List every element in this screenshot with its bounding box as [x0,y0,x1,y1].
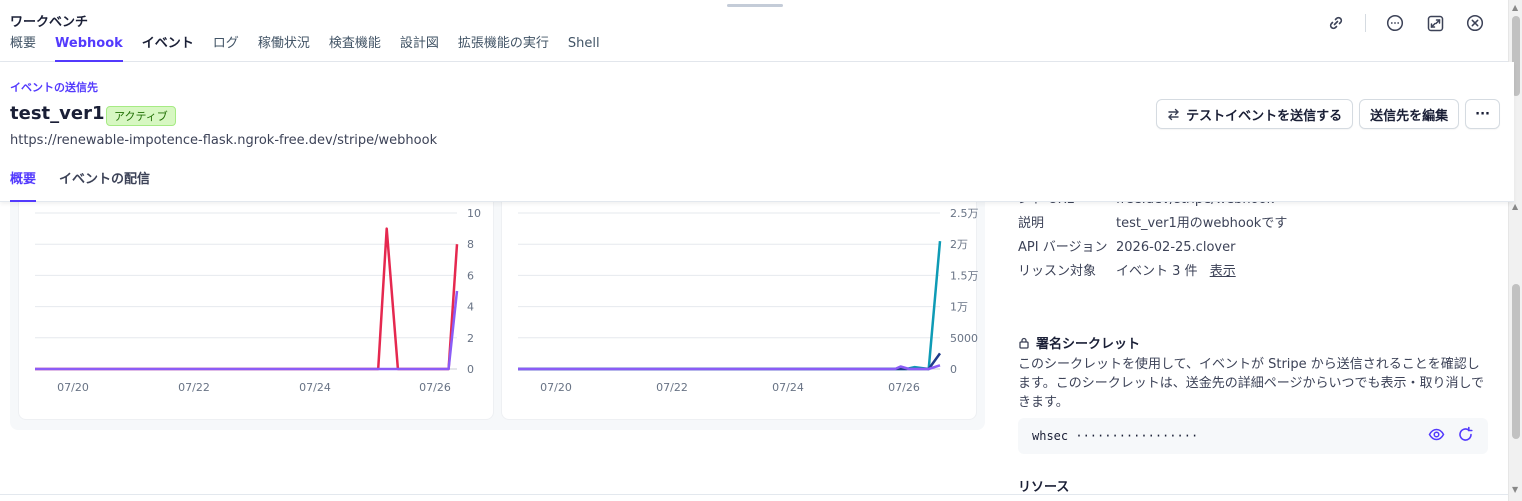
x-tick-label: 07/24 [772,381,804,394]
roll-secret-refresh-icon[interactable] [1457,426,1474,447]
detail-row-api-version: API バージョン 2026-02-25.clover [1018,238,1490,258]
detail-label: API バージョン [1018,240,1108,255]
x-tick-label: 07/26 [419,381,451,394]
detail-value: free.dev/stripe/webhook [1116,202,1490,210]
y-tick-label: 0 [950,363,957,376]
series-line [518,352,942,371]
status-badge: アクティブ [106,106,176,126]
scroll-up-arrow[interactable]: ▲ [1512,3,1518,12]
divider [1365,14,1366,32]
lock-icon [1019,337,1029,349]
reveal-secret-eye-icon[interactable] [1428,426,1445,447]
scroll-up-arrow[interactable]: ▲ [1512,202,1518,211]
swap-icon [1168,108,1180,120]
detail-label: リッスン対象 [1018,264,1097,279]
tab-webhook[interactable]: Webhook [55,34,123,62]
drag-handle[interactable] [727,4,783,7]
scroll-thumb[interactable] [1512,284,1520,439]
series-line [518,364,941,371]
send-test-event-button[interactable]: テストイベントを送信する [1156,99,1354,129]
signing-secret-title: 署名シークレット [1036,337,1141,352]
window-controls [1325,12,1486,34]
close-icon[interactable] [1464,12,1486,34]
send-test-event-label: テストイベントを送信する [1186,108,1343,124]
x-tick-label: 07/20 [540,381,572,394]
x-tick-label: 07/26 [888,381,920,394]
scroll-down-arrow[interactable]: ▼ [1512,485,1518,494]
edit-destination-button[interactable]: 送信先を編集 [1359,99,1460,129]
edit-destination-label: 送信先を編集 [1370,108,1449,124]
detail-label: ント URL [1018,202,1116,210]
endpoint-url: https://renewable-impotence-flask.ngrok-… [10,133,438,148]
tab-logs[interactable]: ログ [213,34,239,62]
header-actions: テストイベントを送信する 送信先を編集 ··· [1156,99,1500,129]
endpoint-name: test_ver1 [10,103,105,124]
y-tick-label: 2万 [950,238,968,251]
chart-1: 0 2 4 6 8 10 07/20 07/22 07/24 07/26 [35,207,481,394]
series-line [518,240,942,371]
signing-secret-field: whsec ················· [1018,418,1488,454]
more-options-icon[interactable] [1384,12,1406,34]
tab-health[interactable]: 稼働状況 [258,34,310,62]
chart-card-1: 0 2 4 6 8 10 07/20 07/22 07/24 07/26 [18,202,494,420]
more-actions-button[interactable]: ··· [1465,99,1500,129]
section-kicker: イベントの送信先 [10,81,98,94]
detail-value: 2026-02-25.clover [1116,240,1236,255]
tab-events[interactable]: イベント [142,34,194,62]
main-nav: 概要 Webhook イベント ログ 稼働状況 検査機能 設計図 拡張機能の実行… [10,34,619,62]
detail-row-url: ント URL free.dev/stripe/webhook [1018,202,1490,210]
detail-value: test_ver1用のwebhookです [1116,216,1288,231]
y-tick-label: 0 [467,363,474,376]
y-tick-label: 2 [467,332,474,345]
divider [0,494,1508,495]
x-tick-label: 07/20 [57,381,89,394]
chart-card-2: 0 5000 1万 1.5万 2万 2.5万 07/20 07/22 07/24 07/26 [501,202,979,420]
detail-row-listening: リッスン対象 イベント 3 件 表示 [1018,262,1490,282]
subtab-event-deliveries[interactable]: イベントの配信 [59,168,150,202]
charts-panel: 0 2 4 6 8 10 07/20 07/22 07/24 07/26 0 5000 1万 1.5万 2… [10,202,985,430]
link-icon[interactable] [1325,12,1347,34]
tab-overview[interactable]: 概要 [10,34,36,62]
x-tick-label: 07/24 [299,381,331,394]
main-content: 0 2 4 6 8 10 07/20 07/22 07/24 07/26 0 5000 1万 1.5万 2… [0,202,1514,501]
y-tick-label: 1万 [950,301,968,314]
tab-inspector[interactable]: 検査機能 [329,34,381,62]
y-tick-label: 10 [467,207,481,220]
x-tick-label: 07/22 [656,381,688,394]
y-tick-label: 5000 [950,332,978,345]
endpoint-header: イベントの送信先 test_ver1 アクティブ https://renewab… [0,62,1514,202]
y-tick-label: 4 [467,301,474,314]
detail-row-description: 説明 test_ver1用のwebhookです [1018,214,1490,234]
subtab-overview[interactable]: 概要 [10,168,37,202]
signing-secret-value: whsec ················· [1032,429,1199,443]
app-title: ワークベンチ [10,15,89,30]
series-line [35,227,459,371]
tab-extension-runs[interactable]: 拡張機能の実行 [458,34,549,62]
tab-blueprint[interactable]: 設計図 [400,34,439,62]
signing-secret-heading: 署名シークレット [1018,333,1140,352]
tab-shell[interactable]: Shell [568,34,600,62]
y-tick-label: 8 [467,238,474,251]
y-tick-label: 6 [467,269,474,282]
resources-heading: リソース [1018,480,1070,495]
signing-secret-description: このシークレットを使用して、イベントが Stripe から送信されることを確認し… [1018,357,1485,410]
details-list: ント URL free.dev/stripe/webhook 説明 test_v… [1018,202,1490,286]
detail-label: 説明 [1018,216,1045,231]
y-tick-label: 1.5万 [950,269,978,282]
chart-2: 0 5000 1万 1.5万 2万 2.5万 07/20 07/22 07/24 07/26 [518,207,979,394]
workbench-topbar: ワークベンチ 概要 Webhook イベント ログ 稼働状況 検査機能 設計図 … [0,0,1514,62]
sub-tabs: 概要 イベントの配信 [10,168,173,202]
y-tick-label: 2.5万 [950,207,978,220]
x-tick-label: 07/22 [178,381,210,394]
listen-count: イベント 3 件 [1116,264,1198,279]
secret-actions [1428,426,1474,447]
more-actions-label: ··· [1475,106,1490,122]
detail-value: イベント 3 件 表示 [1116,262,1490,282]
expand-icon[interactable] [1424,12,1446,34]
show-events-link[interactable]: 表示 [1210,264,1236,279]
